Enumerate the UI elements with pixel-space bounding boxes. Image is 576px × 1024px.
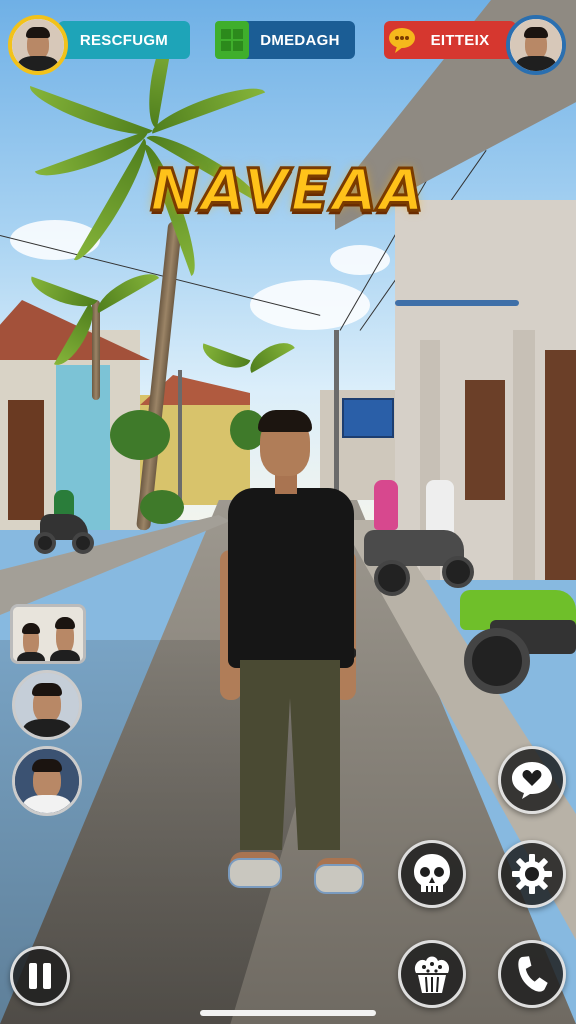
home-indicator[interactable] bbox=[200, 1010, 376, 1016]
player-name-right: EITTEIX bbox=[384, 21, 516, 59]
camera-feed-1[interactable] bbox=[10, 604, 86, 664]
motorbike-rider-left bbox=[32, 490, 94, 570]
palm-tree-trunk bbox=[92, 300, 100, 400]
bush bbox=[110, 410, 170, 460]
player-character bbox=[220, 410, 364, 900]
heart-bubble-button[interactable] bbox=[498, 746, 566, 814]
bush bbox=[140, 490, 184, 524]
player-name-left: RESCFUGM bbox=[58, 21, 190, 59]
gear-icon bbox=[512, 854, 552, 894]
player-name-center: DMEDAGH bbox=[215, 21, 355, 59]
settings-button[interactable] bbox=[498, 840, 566, 908]
skull-icon bbox=[414, 854, 450, 892]
heart-bubble-icon bbox=[512, 762, 552, 799]
muffin-button[interactable] bbox=[398, 940, 466, 1008]
skull-button[interactable] bbox=[398, 840, 466, 908]
camera-feed-3[interactable] bbox=[12, 746, 82, 816]
player-avatar-left[interactable] bbox=[8, 15, 68, 75]
cloud bbox=[250, 280, 370, 330]
call-button[interactable] bbox=[498, 940, 566, 1008]
game-title: NAVEAA bbox=[149, 155, 426, 226]
player-avatar-right[interactable] bbox=[506, 15, 566, 75]
grid-icon bbox=[215, 21, 249, 59]
phone-icon bbox=[518, 956, 548, 992]
parked-motorbike bbox=[450, 550, 576, 710]
pause-button[interactable] bbox=[10, 946, 70, 1006]
muffin-icon bbox=[414, 956, 450, 993]
pause-icon bbox=[29, 963, 51, 989]
utility-pole bbox=[178, 370, 182, 510]
camera-feed-2[interactable] bbox=[12, 670, 82, 740]
chat-bubble-icon bbox=[386, 24, 418, 56]
